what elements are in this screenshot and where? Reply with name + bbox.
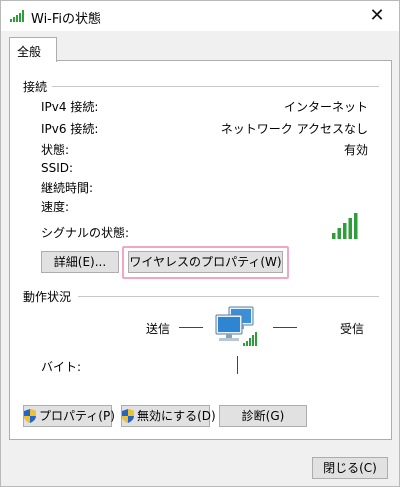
properties-button[interactable]: プロパティ(P) — [23, 405, 115, 427]
sent-line — [179, 327, 203, 328]
details-button-label: 詳細(E)... — [53, 255, 107, 269]
tab-general[interactable]: 全般 — [9, 37, 57, 62]
status-dialog: Wi-Fiの状態 ✕ 全般 接続 IPv4 接続: インターネット IPv6 接… — [0, 0, 400, 487]
diagnose-button-label: 診断(G) — [241, 409, 285, 423]
signal-bar — [354, 213, 358, 239]
wireless-properties-button-label: ワイヤレスのプロパティ(W) — [129, 255, 282, 269]
signal-bar — [343, 223, 347, 239]
wireless-properties-button[interactable]: ワイヤレスのプロパティ(W) — [128, 251, 283, 273]
signal-bar — [348, 218, 352, 239]
details-button[interactable]: 詳細(E)... — [41, 251, 119, 273]
ipv6-label: IPv6 接続: — [41, 122, 99, 136]
signal-strength-icon — [332, 213, 358, 239]
ipv6-value: ネットワーク アクセスなし — [220, 122, 368, 136]
speed-label: 速度: — [41, 200, 70, 214]
tab-general-label: 全般 — [17, 45, 42, 59]
close-button-label: 閉じる(C) — [323, 461, 377, 475]
activity-divider — [237, 356, 238, 374]
disable-button[interactable]: 無効にする(D) — [121, 405, 216, 427]
duration-label: 継続時間: — [41, 181, 94, 195]
properties-button-label: プロパティ(P) — [39, 409, 115, 423]
close-icon: ✕ — [369, 5, 385, 26]
activity-group-label: 動作状況 — [23, 290, 72, 304]
network-computers-icon — [215, 306, 257, 346]
title-bar: Wi-Fiの状態 ✕ — [1, 1, 399, 31]
signal-bar — [337, 228, 341, 239]
received-label: 受信 — [340, 322, 365, 336]
activity-group-divider — [78, 296, 379, 297]
ipv4-value: インターネット — [283, 100, 368, 114]
connection-group-label: 接続 — [23, 80, 48, 94]
ssid-label: SSID: — [41, 161, 74, 175]
bytes-label: バイト: — [41, 360, 82, 374]
received-line — [273, 327, 297, 328]
window-title: Wi-Fiの状態 — [31, 12, 102, 27]
media-state-value: 有効 — [343, 143, 368, 157]
wifi-signal-icon — [10, 10, 24, 22]
signal-bar — [332, 233, 336, 239]
disable-button-label: 無効にする(D) — [137, 409, 216, 423]
close-window-button[interactable]: ✕ — [355, 1, 399, 31]
diagnose-button[interactable]: 診断(G) — [219, 405, 307, 427]
uac-shield-icon — [24, 409, 36, 423]
close-button[interactable]: 閉じる(C) — [312, 457, 388, 479]
signal-quality-label: シグナルの状態: — [41, 226, 130, 240]
media-state-label: 状態: — [41, 143, 70, 157]
connection-group-divider — [52, 86, 379, 87]
uac-shield-icon — [122, 409, 134, 423]
ipv4-label: IPv4 接続: — [41, 100, 99, 114]
sent-label: 送信 — [146, 322, 171, 336]
